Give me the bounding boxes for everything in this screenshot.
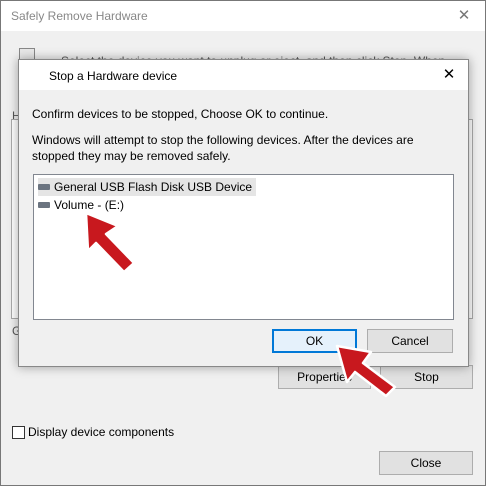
arrow-to-volume-icon	[84, 211, 136, 274]
annotation-arrows	[84, 211, 397, 398]
arrow-to-ok-icon	[335, 344, 397, 398]
